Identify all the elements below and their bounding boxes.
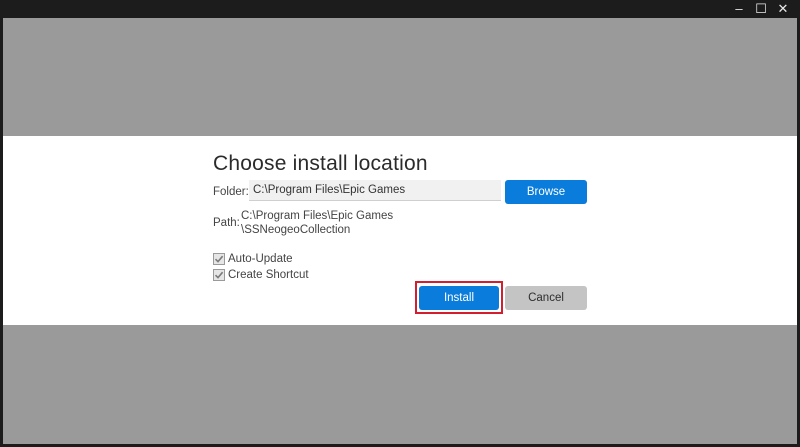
close-button[interactable]: ✕ [772,0,794,18]
maximize-button[interactable]: ☐ [750,0,772,18]
checkmark-icon [214,255,224,263]
path-label: Path: [213,217,240,229]
checkmark-icon [214,271,224,279]
create-shortcut-option[interactable]: Create Shortcut [213,268,309,282]
install-dialog: Choose install location Folder: Browse P… [3,136,797,325]
window-controls: – ☐ ✕ [728,0,794,18]
folder-input[interactable] [249,180,501,201]
minimize-icon: – [735,1,743,16]
folder-label: Folder: [213,186,249,198]
cancel-button[interactable]: Cancel [505,286,587,310]
modal-backdrop: Choose install location Folder: Browse P… [3,18,797,444]
dialog-title: Choose install location [213,152,428,175]
create-shortcut-checkbox[interactable] [213,269,225,281]
path-value-line-1: C:\Program Files\Epic Games [241,210,394,222]
browse-button[interactable]: Browse [505,180,587,204]
create-shortcut-label: Create Shortcut [228,269,309,281]
minimize-button[interactable]: – [728,0,750,18]
maximize-icon: ☐ [755,1,767,16]
auto-update-label: Auto-Update [228,253,293,265]
title-bar: – ☐ ✕ [0,0,800,18]
launcher-window: – ☐ ✕ Choose install location Folder: Br… [0,0,800,447]
install-button[interactable]: Install [419,286,499,310]
auto-update-checkbox[interactable] [213,253,225,265]
path-value-line-2: \SSNeogeoCollection [241,224,351,236]
auto-update-option[interactable]: Auto-Update [213,252,293,266]
close-icon: ✕ [777,1,789,16]
